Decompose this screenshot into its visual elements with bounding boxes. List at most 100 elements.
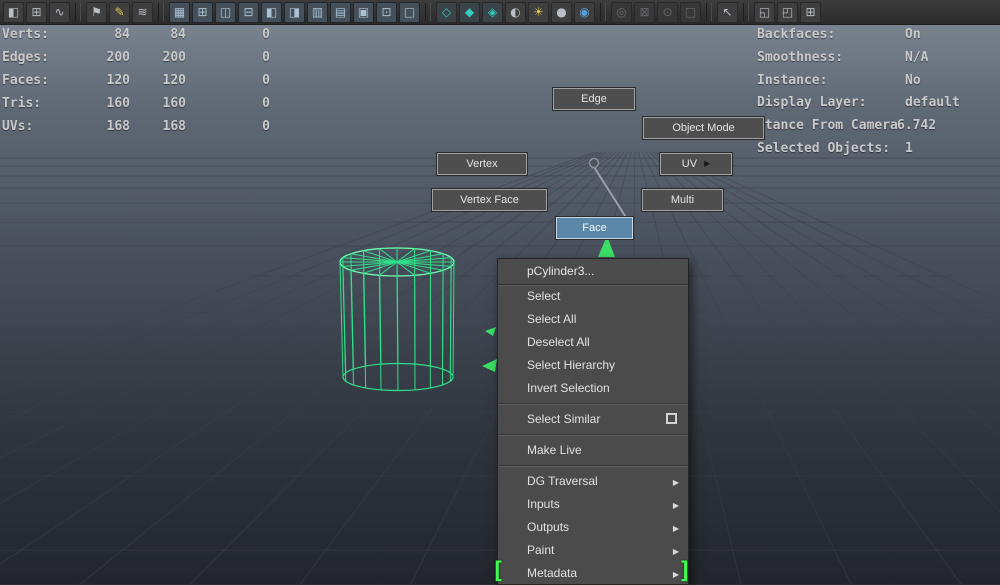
- toolbar-separator: [706, 3, 712, 21]
- snap-grid-icon[interactable]: ⊞: [26, 2, 47, 23]
- menu-item-deselect-all[interactable]: Deselect All: [498, 331, 688, 354]
- xray-icon[interactable]: ◎: [611, 2, 632, 23]
- marking-menu-vertex-face[interactable]: Vertex Face: [432, 189, 547, 211]
- default-material-icon[interactable]: ◐: [505, 2, 526, 23]
- marking-menu-label: UV: [682, 158, 697, 170]
- hud-value: 6.742: [897, 118, 936, 133]
- marking-menu-vertex[interactable]: Vertex: [437, 153, 527, 175]
- hud-label: Faces:: [2, 73, 64, 88]
- panels-menu-icon[interactable]: ◰: [777, 2, 798, 23]
- wand-icon[interactable]: ≋: [132, 2, 153, 23]
- select-tool-icon[interactable]: ↖: [717, 2, 738, 23]
- layout-two-stack-icon[interactable]: ⊟: [238, 2, 259, 23]
- hud-label: UVs:: [2, 119, 64, 134]
- hud-value: 0: [186, 96, 270, 111]
- xray-joints-icon[interactable]: ⊠: [634, 2, 655, 23]
- menu-item-select-hierarchy[interactable]: Select Hierarchy: [498, 354, 688, 377]
- menu-item-label: DG Traversal: [527, 474, 598, 488]
- shadows-icon[interactable]: ●: [551, 2, 572, 23]
- layout-hypershade-icon[interactable]: ▣: [353, 2, 374, 23]
- hud-poly-count: Verts:84840 Edges:2002000 Faces:1201200 …: [2, 27, 270, 142]
- menu-item-invert-selection[interactable]: Invert Selection: [498, 377, 688, 400]
- layout-three-left-icon[interactable]: ◧: [261, 2, 282, 23]
- lighting-all-icon[interactable]: ☀: [528, 2, 549, 23]
- hud-value: 0: [186, 27, 270, 42]
- hud-value: 160: [130, 96, 186, 111]
- hud-value: 200: [130, 50, 186, 65]
- menu-separator: [498, 434, 688, 436]
- snap-curve-icon[interactable]: ∿: [49, 2, 70, 23]
- menu-item-outputs[interactable]: Outputs▶: [498, 516, 688, 539]
- menu-item-label: Inputs: [527, 497, 560, 511]
- hud-value: 120: [130, 73, 186, 88]
- menu-item-select[interactable]: Select: [498, 285, 688, 308]
- hud-value: 120: [64, 73, 130, 88]
- sidebar-toggle-icon[interactable]: ◧: [3, 2, 24, 23]
- textured-cube-icon[interactable]: ◈: [482, 2, 503, 23]
- hud-label: Selected Objects:: [757, 141, 890, 156]
- marking-menu-uv[interactable]: UV ▶: [660, 153, 732, 175]
- marking-menu-object-mode[interactable]: Object Mode: [643, 117, 764, 139]
- layout-four-icon[interactable]: ⊞: [192, 2, 213, 23]
- hud-label: Smoothness:: [757, 50, 843, 65]
- marking-menu-label: Object Mode: [672, 122, 734, 134]
- flag-icon[interactable]: ⚑: [86, 2, 107, 23]
- menu-item-metadata[interactable]: Metadata▶: [498, 562, 688, 585]
- shaded-cube-icon[interactable]: ◆: [459, 2, 480, 23]
- marking-menu-label: Edge: [581, 93, 607, 105]
- menu-item-inputs[interactable]: Inputs ▶: [498, 493, 688, 516]
- ambient-occlusion-icon[interactable]: ◉: [574, 2, 595, 23]
- hud-label: Instance:: [757, 73, 827, 88]
- menu-item-dg-traversal[interactable]: DG Traversal ▶: [498, 470, 688, 493]
- marking-menu-label: Face: [582, 222, 606, 234]
- submenu-arrow-icon: ▶: [704, 160, 710, 168]
- context-menu-title: pCylinder3...: [498, 259, 688, 285]
- panel-layout-icon[interactable]: ◱: [754, 2, 775, 23]
- hud-value: default: [905, 95, 960, 110]
- status-line-toolbar: ◧ ⊞ ∿ ⚑ ✎ ≋ ▦ ⊞ ◫ ⊟ ◧ ◨ ▥ ▤ ▣ ⊡ □ ◇ ◆ ◈ …: [0, 0, 1000, 25]
- submenu-arrow-icon: ▶: [673, 471, 679, 494]
- hud-label: Display Layer:: [757, 95, 867, 110]
- wireframe-cube-icon[interactable]: ◇: [436, 2, 457, 23]
- hud-row: Verts:84840: [2, 27, 270, 50]
- menu-item-select-all[interactable]: Select All: [498, 308, 688, 331]
- menu-item-paint[interactable]: Paint▶: [498, 539, 688, 562]
- layout-two-side-icon[interactable]: ◫: [215, 2, 236, 23]
- toolbar-separator: [425, 3, 431, 21]
- hud-value: 160: [64, 96, 130, 111]
- hud-value: 0: [186, 50, 270, 65]
- layout-graph-icon[interactable]: ⊡: [376, 2, 397, 23]
- hud-label: stance From Camera: [757, 118, 898, 133]
- layout-single-icon[interactable]: ▦: [169, 2, 190, 23]
- toolbar-separator: [158, 3, 164, 21]
- menu-item-label: Invert Selection: [527, 381, 610, 395]
- menu-item-make-live[interactable]: Make Live: [498, 439, 688, 462]
- layout-three-right-icon[interactable]: ◨: [284, 2, 305, 23]
- layout-custom-icon[interactable]: □: [399, 2, 420, 23]
- hud-row: Tris:1601600: [2, 96, 270, 119]
- marking-menu-multi[interactable]: Multi: [642, 189, 723, 211]
- hud-label: Verts:: [2, 27, 64, 42]
- submenu-arrow-icon: ▶: [673, 494, 679, 517]
- menu-item-label: Select Similar: [527, 412, 600, 426]
- hud-value: 1: [905, 141, 913, 156]
- menu-item-label: Select: [527, 289, 560, 303]
- menu-item-select-similar[interactable]: Select Similar: [498, 408, 688, 431]
- pencil-icon[interactable]: ✎: [109, 2, 130, 23]
- hud-value: 0: [186, 119, 270, 134]
- option-box-icon[interactable]: [666, 413, 677, 424]
- menu-item-label: Outputs: [527, 520, 569, 534]
- marking-menu-edge[interactable]: Edge: [553, 88, 635, 110]
- toolbar-separator: [75, 3, 81, 21]
- isolate-select-icon[interactable]: □: [680, 2, 701, 23]
- hud-label: Backfaces:: [757, 27, 835, 42]
- toolbar-separator: [743, 3, 749, 21]
- screen-toggle-icon[interactable]: ⊞: [800, 2, 821, 23]
- camera-gate-icon[interactable]: ⊙: [657, 2, 678, 23]
- marking-menu-face-selected[interactable]: Face: [556, 217, 633, 239]
- layout-persp-outliner-icon[interactable]: ▤: [330, 2, 351, 23]
- hud-value: 168: [130, 119, 186, 134]
- hud-label: Tris:: [2, 96, 64, 111]
- hud-value: No: [905, 73, 921, 88]
- layout-outliner-icon[interactable]: ▥: [307, 2, 328, 23]
